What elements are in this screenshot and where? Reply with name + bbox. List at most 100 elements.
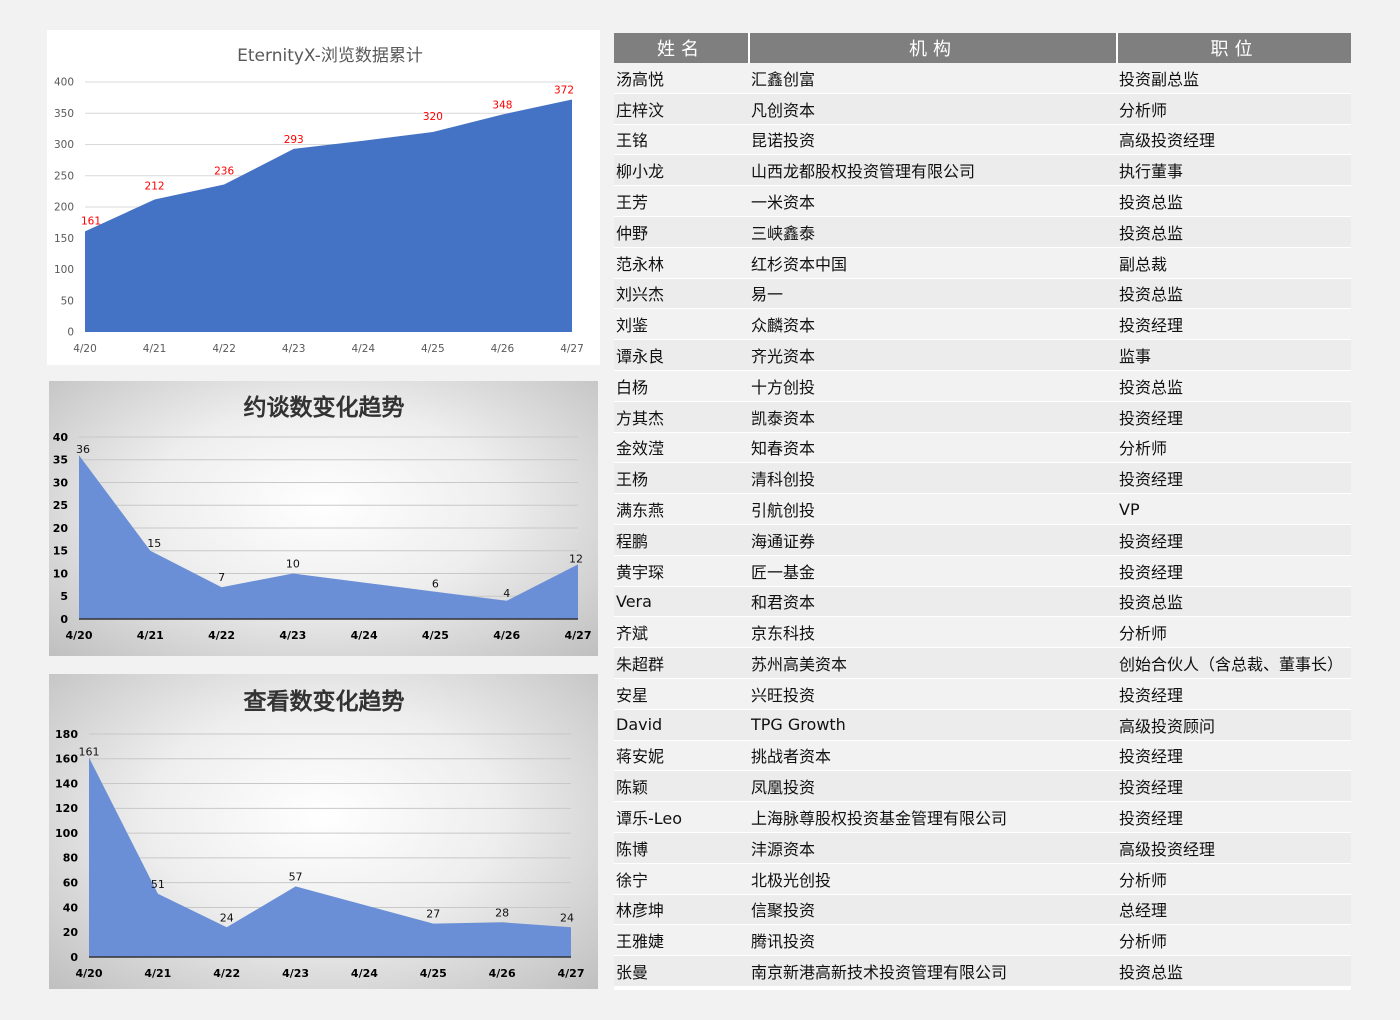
data-label: 161 [81,215,101,227]
table-row: 谭乐-Leo 上海脉尊股权投资基金管理有限公司 投资经理 [614,801,1351,833]
table-row: 陈博 沣源资本 高级投资经理 [614,832,1351,864]
y-tick-label: 100 [55,827,78,840]
cell-position: 投资总监 [1117,955,1351,987]
meetings-trend-chart: 约谈数变化趋势 0 5 10 15 20 25 30 35 40 4/20 4/21 4/22 4/23 4… [49,381,598,656]
table-row: 张曼 南京新港高新技术投资管理有限公司 投资总监 [614,955,1351,987]
cell-name: 汤高悦 [614,63,749,94]
cell-position: 分析师 [1117,432,1351,464]
y-tick-label: 0 [60,613,68,626]
cell-organization: TPG Growth [749,709,1117,741]
cell-name: 白杨 [614,370,749,402]
table-row: 满东燕 引航创投 VP [614,493,1351,525]
cumulative-views-chart: EternityX-浏览数据累计 0 50 100 150 200 250 300 350 400… [47,30,600,365]
y-tick-label: 350 [54,108,74,120]
cell-name: 刘鉴 [614,308,749,341]
cell-name: 柳小龙 [614,154,749,187]
y-tick-label: 250 [54,170,74,182]
cell-name: 范永林 [614,247,749,279]
cell-name: 庄梓汶 [614,93,749,125]
cell-organization: 凯泰资本 [749,401,1117,433]
cell-position: 创始合伙人（含总裁、董事长） [1117,647,1351,679]
y-tick-label: 20 [53,522,69,535]
y-tick-label: 15 [53,545,68,558]
cell-organization: 南京新港高新技术投资管理有限公司 [749,955,1117,987]
table-row: 范永林 红杉资本中国 副总裁 [614,247,1351,279]
data-label: 51 [151,878,165,891]
table-row: 王铭 昆诺投资 高级投资经理 [614,124,1351,156]
cell-organization: 腾讯投资 [749,924,1117,957]
y-tick-label: 400 [54,77,74,89]
cell-name: 陈颖 [614,770,749,803]
cell-organization: 齐光资本 [749,339,1117,371]
cell-organization: 三峡鑫泰 [749,216,1117,248]
cell-position: 投资经理 [1117,401,1351,433]
cell-name: 仲野 [614,216,749,248]
y-tick-label: 140 [55,777,78,790]
cell-name: 黄宇琛 [614,555,749,587]
y-tick-label: 5 [60,590,68,603]
cell-organization: 沣源资本 [749,832,1117,864]
x-tick-label: 4/26 [491,343,515,355]
data-label: 28 [495,906,509,919]
table-row: Vera 和君资本 投资总监 [614,586,1351,618]
data-label: 57 [289,870,303,883]
table-row: 方其杰 凯泰资本 投资经理 [614,401,1351,433]
cell-name: 王芳 [614,185,749,217]
table-header-row: 姓名 机构 职位 [614,33,1351,63]
y-tick-label: 10 [53,567,69,580]
chart-title: 查看数变化趋势 [244,688,405,715]
cell-position: 投资经理 [1117,801,1351,833]
y-tick-label: 200 [54,202,74,214]
x-tick-label: 4/21 [137,629,164,642]
x-tick-label: 4/25 [421,343,445,355]
y-tick-label: 100 [54,264,74,276]
cell-position: 高级投资顾问 [1117,709,1351,741]
cell-name: 陈博 [614,832,749,864]
x-tick-label: 4/22 [213,967,240,980]
y-tick-label: 40 [63,901,79,914]
x-tick-label: 4/22 [212,343,236,355]
data-label: 15 [147,537,161,550]
table-row: 金效滢 知春资本 分析师 [614,432,1351,464]
y-tick-label: 300 [54,139,74,151]
x-tick-label: 4/20 [73,343,97,355]
x-tick-label: 4/20 [76,967,103,980]
cell-position: 投资经理 [1117,308,1351,341]
cell-organization: 海通证券 [749,524,1117,556]
cell-organization: 知春资本 [749,432,1117,464]
cell-position: 副总裁 [1117,247,1351,279]
table-row: 汤高悦 汇鑫创富 投资副总监 [614,63,1351,94]
cell-organization: 匠一基金 [749,555,1117,587]
y-tick-label: 0 [70,951,78,964]
table-row: 安星 兴旺投资 投资经理 [614,678,1351,710]
cell-position: 分析师 [1117,93,1351,125]
cell-organization: 引航创投 [749,493,1117,525]
table-row: 白杨 十方创投 投资总监 [614,370,1351,402]
table-row: 庄梓汶 凡创资本 分析师 [614,93,1351,125]
header-position: 职位 [1117,33,1351,63]
data-label: 372 [554,85,574,97]
cell-organization: 昆诺投资 [749,124,1117,156]
cell-organization: 兴旺投资 [749,678,1117,710]
data-label: 161 [79,746,100,759]
x-tick-label: 4/22 [208,629,235,642]
cell-organization: 苏州高美资本 [749,647,1117,679]
y-tick-label: 80 [63,852,79,865]
data-label: 12 [569,552,583,565]
data-label: 236 [214,166,234,178]
y-tick-label: 150 [54,233,74,245]
x-tick-label: 4/27 [565,629,592,642]
cell-name: 谭乐-Leo [614,801,749,833]
cell-name: 方其杰 [614,401,749,433]
table-row: 王杨 清科创投 投资经理 [614,462,1351,495]
x-tick-label: 4/23 [282,343,306,355]
views-trend-chart: 查看数变化趋势 0 20 40 60 80 100 120 140 160 180 4/20 4/21 4… [49,674,598,989]
cell-organization: 上海脉尊股权投资基金管理有限公司 [749,801,1117,833]
cell-position: 投资总监 [1117,586,1351,618]
y-tick-label: 160 [55,753,78,766]
table-row: 朱超群 苏州高美资本 创始合伙人（含总裁、董事长） [614,647,1351,679]
table-row: 王芳 一米资本 投资总监 [614,185,1351,217]
x-tick-label: 4/25 [420,967,447,980]
cell-organization: 凡创资本 [749,93,1117,125]
cell-organization: 京东科技 [749,616,1117,649]
